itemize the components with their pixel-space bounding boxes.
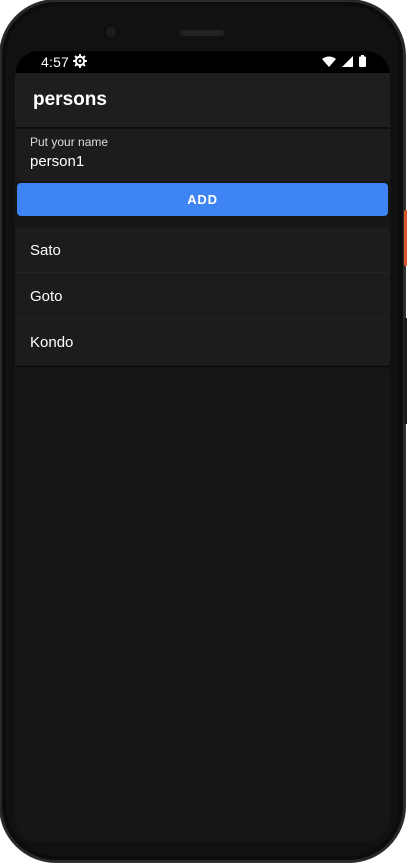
persons-list: Sato Goto Kondo [15,227,390,365]
earpiece-speaker [180,30,224,36]
front-camera [103,24,119,40]
list-item[interactable]: Kondo [15,319,390,365]
page-title: persons [33,89,107,110]
name-input-field[interactable]: Put your name person1 [15,129,390,181]
list-item-label: Kondo [30,334,74,351]
name-input-value[interactable]: person1 [30,153,84,170]
name-input-label: Put your name [30,135,109,149]
battery-icon [359,55,366,67]
status-bar: 4:57 [15,51,390,73]
phone-frame: 4:57 persons Put your name person1 ADD S… [0,0,407,862]
list-item-label: Goto [30,288,63,305]
list-item[interactable]: Sato [15,227,390,273]
status-time: 4:57 [41,54,70,70]
screen: 4:57 persons Put your name person1 ADD S… [15,51,390,842]
signal-icon [342,55,353,67]
add-button[interactable]: ADD [17,183,388,216]
status-icons [322,55,366,67]
wifi-icon [322,56,336,67]
app-bar: persons [15,73,390,127]
list-item-label: Sato [30,242,61,259]
settings-icon [73,54,87,68]
list-item[interactable]: Goto [15,273,390,319]
